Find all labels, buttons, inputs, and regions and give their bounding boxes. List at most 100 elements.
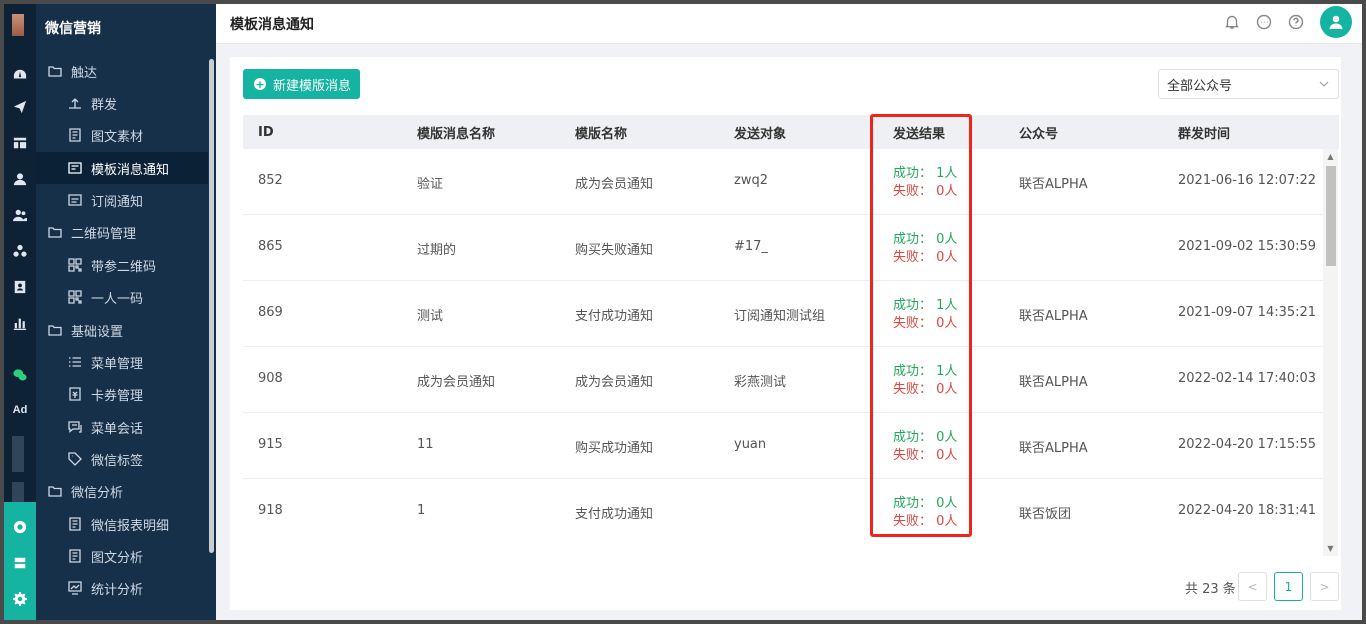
badge-icon[interactable]: [4, 276, 36, 298]
sidebar-item-wechat-tags[interactable]: 微信标签: [36, 443, 208, 475]
sidebar-group-basic-settings[interactable]: 基础设置: [36, 314, 208, 346]
success-count: 1人: [936, 298, 958, 313]
folder-icon: [48, 66, 62, 77]
cell-target: zwq2: [734, 173, 768, 188]
sidebar-item-param-qrcode[interactable]: 带参二维码: [36, 249, 208, 281]
sidebar-item-label: 图文素材: [91, 129, 144, 145]
cell-template-name: 成为会员通知: [575, 177, 654, 192]
column-header-target[interactable]: 发送对象: [734, 123, 786, 142]
sidebar-item-article-analysis[interactable]: 图文分析: [36, 540, 208, 572]
qrcode-icon: [68, 290, 82, 304]
sidebar-item-wechat-report[interactable]: 微信报表明细: [36, 508, 208, 540]
fail-count: 0人: [936, 514, 958, 529]
sidebar-item-label: 统计分析: [91, 582, 144, 598]
cell-send-time: 2021-09-07 14:35:21: [1178, 305, 1317, 320]
cell-id: 865: [258, 239, 283, 254]
cell-template-name: 支付成功通知: [575, 507, 654, 522]
sidebar-item-coupon-manage[interactable]: 卡券管理: [36, 378, 208, 410]
cell-message-name: 成为会员通知: [417, 375, 496, 390]
sidebar-scrollbar[interactable]: [209, 59, 214, 553]
table-row[interactable]: 869 测试 支付成功通知 订阅通知测试组 成功： 1人 失败： 0人 联否AL…: [243, 281, 1323, 347]
table-row[interactable]: 852 验证 成为会员通知 zwq2 成功： 1人 失败： 0人 联否ALPHA…: [243, 149, 1323, 215]
fail-label: 失败：: [893, 316, 933, 331]
logo: [12, 14, 24, 36]
layout-icon[interactable]: [4, 132, 36, 154]
sidebar-item-template-notice[interactable]: 模板消息通知: [36, 152, 208, 184]
table-body: 852 验证 成为会员通知 zwq2 成功： 1人 失败： 0人 联否ALPHA…: [243, 149, 1323, 544]
stats-icon: [68, 581, 82, 595]
column-header-send-time[interactable]: 群发时间: [1178, 123, 1230, 142]
server-icon[interactable]: [4, 552, 36, 574]
sidebar-group-wechat-analysis[interactable]: 微信分析: [36, 475, 208, 507]
message-icon[interactable]: [1256, 14, 1272, 30]
success-count: 1人: [936, 166, 958, 181]
sidebar-item-personal-qrcode[interactable]: 一人一码: [36, 281, 208, 313]
sidebar-item-label: 基础设置: [71, 324, 124, 340]
table-row[interactable]: 865 过期的 购买失败通知 #17_ 成功： 0人 失败： 0人 2021-0…: [243, 215, 1323, 281]
cell-result: 成功： 1人 失败： 0人: [893, 297, 957, 333]
article-icon: [69, 128, 81, 142]
help-icon[interactable]: [1288, 14, 1304, 30]
sidebar-item-subscribe-notice[interactable]: 订阅通知: [36, 184, 208, 216]
chevron-down-icon: [1318, 78, 1330, 90]
cell-result: 成功： 1人 失败： 0人: [893, 363, 957, 399]
sidebar-item-label: 菜单管理: [91, 356, 144, 372]
blurred-icon: [12, 482, 24, 504]
avatar[interactable]: [1320, 6, 1352, 38]
sidebar-item-stats-analysis[interactable]: 统计分析: [36, 572, 208, 604]
dashboard-icon[interactable]: [4, 64, 36, 86]
gear-icon[interactable]: [4, 588, 36, 610]
top-header: 模板消息通知: [216, 4, 1362, 44]
ad-icon[interactable]: Ad: [4, 399, 36, 421]
sidebar-item-broadcast[interactable]: 群发: [36, 87, 208, 119]
pagination-prev-button[interactable]: <: [1238, 572, 1267, 601]
scroll-thumb[interactable]: [1326, 166, 1336, 266]
fail-label: 失败：: [893, 250, 933, 265]
sidebar-item-menu-chat[interactable]: 菜单会话: [36, 411, 208, 443]
new-template-message-button[interactable]: + 新建模版消息: [243, 69, 360, 99]
success-label: 成功：: [893, 430, 933, 445]
cell-template-name: 支付成功通知: [575, 309, 654, 324]
cell-message-name: 1: [417, 503, 426, 518]
cell-template-name: 成为会员通知: [575, 375, 654, 390]
users-icon[interactable]: [4, 204, 36, 226]
column-header-account[interactable]: 公众号: [1019, 123, 1058, 142]
cell-message-name: 验证: [417, 177, 444, 192]
column-header-message-name[interactable]: 模版消息名称: [417, 123, 495, 142]
table-row[interactable]: 908 成为会员通知 成为会员通知 彩燕测试 成功： 1人 失败： 0人 联否A…: [243, 347, 1323, 413]
qrcode-icon: [68, 258, 82, 272]
sidebar-item-label: 订阅通知: [91, 194, 144, 210]
pagination-page-1[interactable]: 1: [1274, 572, 1303, 601]
cell-account: 联否ALPHA: [1019, 309, 1088, 324]
tag-icon: [68, 452, 82, 466]
scroll-up-icon[interactable]: ▲: [1326, 152, 1335, 161]
table-row[interactable]: 918 1 支付成功通知 成功： 0人 失败： 0人 联否饭团 2022-04-…: [243, 479, 1323, 544]
sidebar-item-label: 微信报表明细: [91, 518, 170, 534]
sidebar-item-menu-manage[interactable]: 菜单管理: [36, 346, 208, 378]
bar-chart-icon[interactable]: [4, 312, 36, 334]
sidebar-item-articles[interactable]: 图文素材: [36, 119, 208, 151]
coupon-icon: [69, 387, 81, 401]
icon-rail: Ad: [4, 4, 36, 620]
wechat-icon[interactable]: [4, 364, 36, 386]
scroll-down-icon[interactable]: ▼: [1326, 544, 1335, 553]
table-row[interactable]: 915 11 购买成功通知 yuan 成功： 0人 失败： 0人 联否ALPHA…: [243, 413, 1323, 479]
group-icon[interactable]: [4, 240, 36, 262]
account-select[interactable]: 全部公众号: [1158, 69, 1339, 99]
sidebar-item-label: 模板消息通知: [91, 162, 170, 178]
cell-account: 联否ALPHA: [1019, 375, 1088, 390]
user-icon[interactable]: [4, 168, 36, 190]
cell-result: 成功： 0人 失败： 0人: [893, 495, 957, 531]
folder-icon: [48, 227, 62, 238]
table-scrollbar[interactable]: ▲ ▼: [1323, 149, 1338, 556]
sidebar-group-reach[interactable]: 触达: [36, 55, 208, 87]
settings-circle-icon[interactable]: [4, 516, 36, 538]
pagination-next-button[interactable]: >: [1310, 572, 1339, 601]
bell-icon[interactable]: [1224, 14, 1240, 30]
sidebar-group-qrcode[interactable]: 二维码管理: [36, 216, 208, 248]
column-header-id[interactable]: ID: [258, 125, 274, 140]
column-header-result[interactable]: 发送结果: [893, 123, 945, 142]
column-header-template-name[interactable]: 模版名称: [575, 123, 627, 142]
send-icon[interactable]: [4, 96, 36, 118]
cell-template-name: 购买失败通知: [575, 243, 654, 258]
